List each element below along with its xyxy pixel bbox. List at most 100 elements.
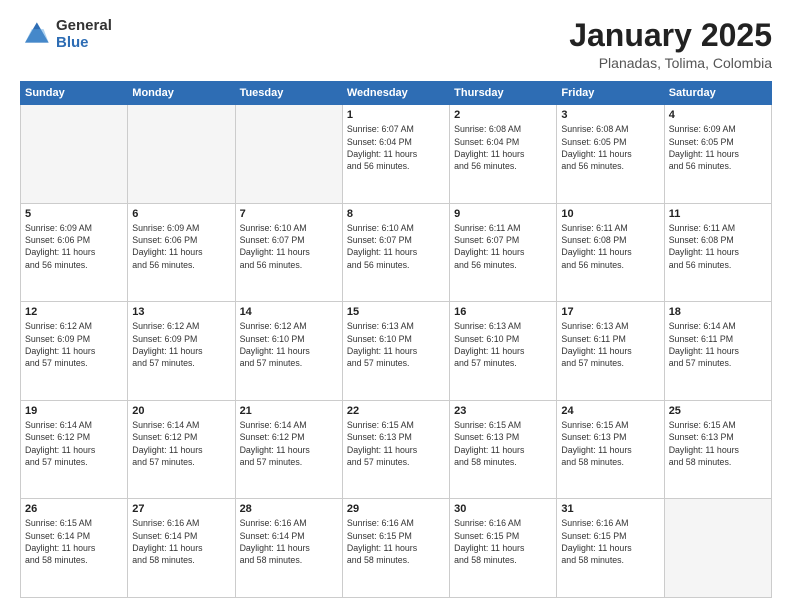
- day-info: Sunrise: 6:16 AM Sunset: 6:14 PM Dayligh…: [240, 517, 338, 566]
- day-number: 17: [561, 306, 659, 318]
- col-thursday: Thursday: [450, 82, 557, 105]
- day-info: Sunrise: 6:15 AM Sunset: 6:14 PM Dayligh…: [25, 517, 123, 566]
- header: General Blue January 2025 Planadas, Toli…: [20, 18, 772, 71]
- day-number: 4: [669, 109, 767, 121]
- table-row: 10 Sunrise: 6:11 AM Sunset: 6:08 PM Dayli…: [557, 203, 664, 302]
- day-info: Sunrise: 6:11 AM Sunset: 6:07 PM Dayligh…: [454, 222, 552, 271]
- day-info: Sunrise: 6:16 AM Sunset: 6:15 PM Dayligh…: [561, 517, 659, 566]
- day-info: Sunrise: 6:15 AM Sunset: 6:13 PM Dayligh…: [454, 419, 552, 468]
- table-row: 5Sunrise: 6:09 AM Sunset: 6:06 PM Daylig…: [21, 203, 128, 302]
- day-number: 22: [347, 405, 445, 417]
- day-number: 23: [454, 405, 552, 417]
- day-number: 14: [240, 306, 338, 318]
- day-number: 18: [669, 306, 767, 318]
- table-row: 23 Sunrise: 6:15 AM Sunset: 6:13 PM Dayli…: [450, 400, 557, 499]
- table-row: 25 Sunrise: 6:15 AM Sunset: 6:13 PM Dayli…: [664, 400, 771, 499]
- table-row: 14 Sunrise: 6:12 AM Sunset: 6:10 PM Dayli…: [235, 302, 342, 401]
- day-info: Sunrise: 6:09 AM Sunset: 6:06 PM Dayligh…: [25, 222, 123, 271]
- col-wednesday: Wednesday: [342, 82, 449, 105]
- table-row: 11 Sunrise: 6:11 AM Sunset: 6:08 PM Dayli…: [664, 203, 771, 302]
- title-month: January 2025: [569, 18, 772, 53]
- day-info: Sunrise: 6:13 AM Sunset: 6:10 PM Dayligh…: [347, 320, 445, 369]
- day-number: 27: [132, 503, 230, 515]
- day-number: 13: [132, 306, 230, 318]
- title-block: January 2025 Planadas, Tolima, Colombia: [569, 18, 772, 71]
- day-info: Sunrise: 6:11 AM Sunset: 6:08 PM Dayligh…: [669, 222, 767, 271]
- table-row: 18 Sunrise: 6:14 AM Sunset: 6:11 PM Dayli…: [664, 302, 771, 401]
- table-row: 9 Sunrise: 6:11 AM Sunset: 6:07 PM Daylig…: [450, 203, 557, 302]
- page: General Blue January 2025 Planadas, Toli…: [0, 0, 792, 612]
- table-row: 12 Sunrise: 6:12 AM Sunset: 6:09 PM Dayli…: [21, 302, 128, 401]
- col-saturday: Saturday: [664, 82, 771, 105]
- day-number: 19: [25, 405, 123, 417]
- day-number: 12: [25, 306, 123, 318]
- table-row: 20 Sunrise: 6:14 AM Sunset: 6:12 PM Dayli…: [128, 400, 235, 499]
- day-number: 29: [347, 503, 445, 515]
- logo-icon: [20, 19, 52, 51]
- day-info: Sunrise: 6:13 AM Sunset: 6:11 PM Dayligh…: [561, 320, 659, 369]
- table-row: [235, 105, 342, 204]
- logo-general-label: General: [56, 18, 112, 35]
- day-number: 20: [132, 405, 230, 417]
- col-sunday: Sunday: [21, 82, 128, 105]
- day-info: Sunrise: 6:12 AM Sunset: 6:10 PM Dayligh…: [240, 320, 338, 369]
- logo-blue-label: Blue: [56, 35, 112, 52]
- table-row: 19 Sunrise: 6:14 AM Sunset: 6:12 PM Dayli…: [21, 400, 128, 499]
- week-row-3: 19 Sunrise: 6:14 AM Sunset: 6:12 PM Dayli…: [21, 400, 772, 499]
- day-info: Sunrise: 6:10 AM Sunset: 6:07 PM Dayligh…: [347, 222, 445, 271]
- logo-text: General Blue: [56, 18, 112, 51]
- day-number: 8: [347, 208, 445, 220]
- day-info: Sunrise: 6:11 AM Sunset: 6:08 PM Dayligh…: [561, 222, 659, 271]
- day-number: 31: [561, 503, 659, 515]
- day-info: Sunrise: 6:14 AM Sunset: 6:11 PM Dayligh…: [669, 320, 767, 369]
- table-row: 15Sunrise: 6:13 AM Sunset: 6:10 PM Dayli…: [342, 302, 449, 401]
- week-row-2: 12 Sunrise: 6:12 AM Sunset: 6:09 PM Dayli…: [21, 302, 772, 401]
- logo: General Blue: [20, 18, 112, 51]
- day-number: 7: [240, 208, 338, 220]
- day-number: 9: [454, 208, 552, 220]
- day-number: 30: [454, 503, 552, 515]
- table-row: 1 Sunrise: 6:07 AM Sunset: 6:04 PM Daylig…: [342, 105, 449, 204]
- day-info: Sunrise: 6:12 AM Sunset: 6:09 PM Dayligh…: [25, 320, 123, 369]
- table-row: 24 Sunrise: 6:15 AM Sunset: 6:13 PM Dayli…: [557, 400, 664, 499]
- day-info: Sunrise: 6:14 AM Sunset: 6:12 PM Dayligh…: [132, 419, 230, 468]
- week-row-4: 26 Sunrise: 6:15 AM Sunset: 6:14 PM Dayli…: [21, 499, 772, 598]
- calendar-table: Sunday Monday Tuesday Wednesday Thursday…: [20, 81, 772, 598]
- table-row: 4 Sunrise: 6:09 AM Sunset: 6:05 PM Daylig…: [664, 105, 771, 204]
- table-row: 29Sunrise: 6:16 AM Sunset: 6:15 PM Dayli…: [342, 499, 449, 598]
- day-info: Sunrise: 6:07 AM Sunset: 6:04 PM Dayligh…: [347, 123, 445, 172]
- table-row: 21 Sunrise: 6:14 AM Sunset: 6:12 PM Dayli…: [235, 400, 342, 499]
- day-number: 24: [561, 405, 659, 417]
- col-friday: Friday: [557, 82, 664, 105]
- table-row: 17 Sunrise: 6:13 AM Sunset: 6:11 PM Dayli…: [557, 302, 664, 401]
- table-row: 26 Sunrise: 6:15 AM Sunset: 6:14 PM Dayli…: [21, 499, 128, 598]
- title-location: Planadas, Tolima, Colombia: [569, 55, 772, 71]
- table-row: 2Sunrise: 6:08 AM Sunset: 6:04 PM Daylig…: [450, 105, 557, 204]
- day-info: Sunrise: 6:14 AM Sunset: 6:12 PM Dayligh…: [25, 419, 123, 468]
- table-row: 30Sunrise: 6:16 AM Sunset: 6:15 PM Dayli…: [450, 499, 557, 598]
- day-info: Sunrise: 6:14 AM Sunset: 6:12 PM Dayligh…: [240, 419, 338, 468]
- table-row: 31 Sunrise: 6:16 AM Sunset: 6:15 PM Dayli…: [557, 499, 664, 598]
- day-info: Sunrise: 6:09 AM Sunset: 6:05 PM Dayligh…: [669, 123, 767, 172]
- table-row: 6 Sunrise: 6:09 AM Sunset: 6:06 PM Daylig…: [128, 203, 235, 302]
- table-row: 3Sunrise: 6:08 AM Sunset: 6:05 PM Daylig…: [557, 105, 664, 204]
- week-row-1: 5Sunrise: 6:09 AM Sunset: 6:06 PM Daylig…: [21, 203, 772, 302]
- day-info: Sunrise: 6:08 AM Sunset: 6:05 PM Dayligh…: [561, 123, 659, 172]
- day-number: 25: [669, 405, 767, 417]
- day-info: Sunrise: 6:15 AM Sunset: 6:13 PM Dayligh…: [561, 419, 659, 468]
- day-number: 21: [240, 405, 338, 417]
- day-info: Sunrise: 6:09 AM Sunset: 6:06 PM Dayligh…: [132, 222, 230, 271]
- day-number: 28: [240, 503, 338, 515]
- table-row: 27Sunrise: 6:16 AM Sunset: 6:14 PM Dayli…: [128, 499, 235, 598]
- calendar-header-row: Sunday Monday Tuesday Wednesday Thursday…: [21, 82, 772, 105]
- day-number: 1: [347, 109, 445, 121]
- day-info: Sunrise: 6:08 AM Sunset: 6:04 PM Dayligh…: [454, 123, 552, 172]
- table-row: 13Sunrise: 6:12 AM Sunset: 6:09 PM Dayli…: [128, 302, 235, 401]
- day-info: Sunrise: 6:15 AM Sunset: 6:13 PM Dayligh…: [669, 419, 767, 468]
- table-row: [664, 499, 771, 598]
- day-number: 6: [132, 208, 230, 220]
- day-number: 10: [561, 208, 659, 220]
- col-monday: Monday: [128, 82, 235, 105]
- day-number: 11: [669, 208, 767, 220]
- day-number: 26: [25, 503, 123, 515]
